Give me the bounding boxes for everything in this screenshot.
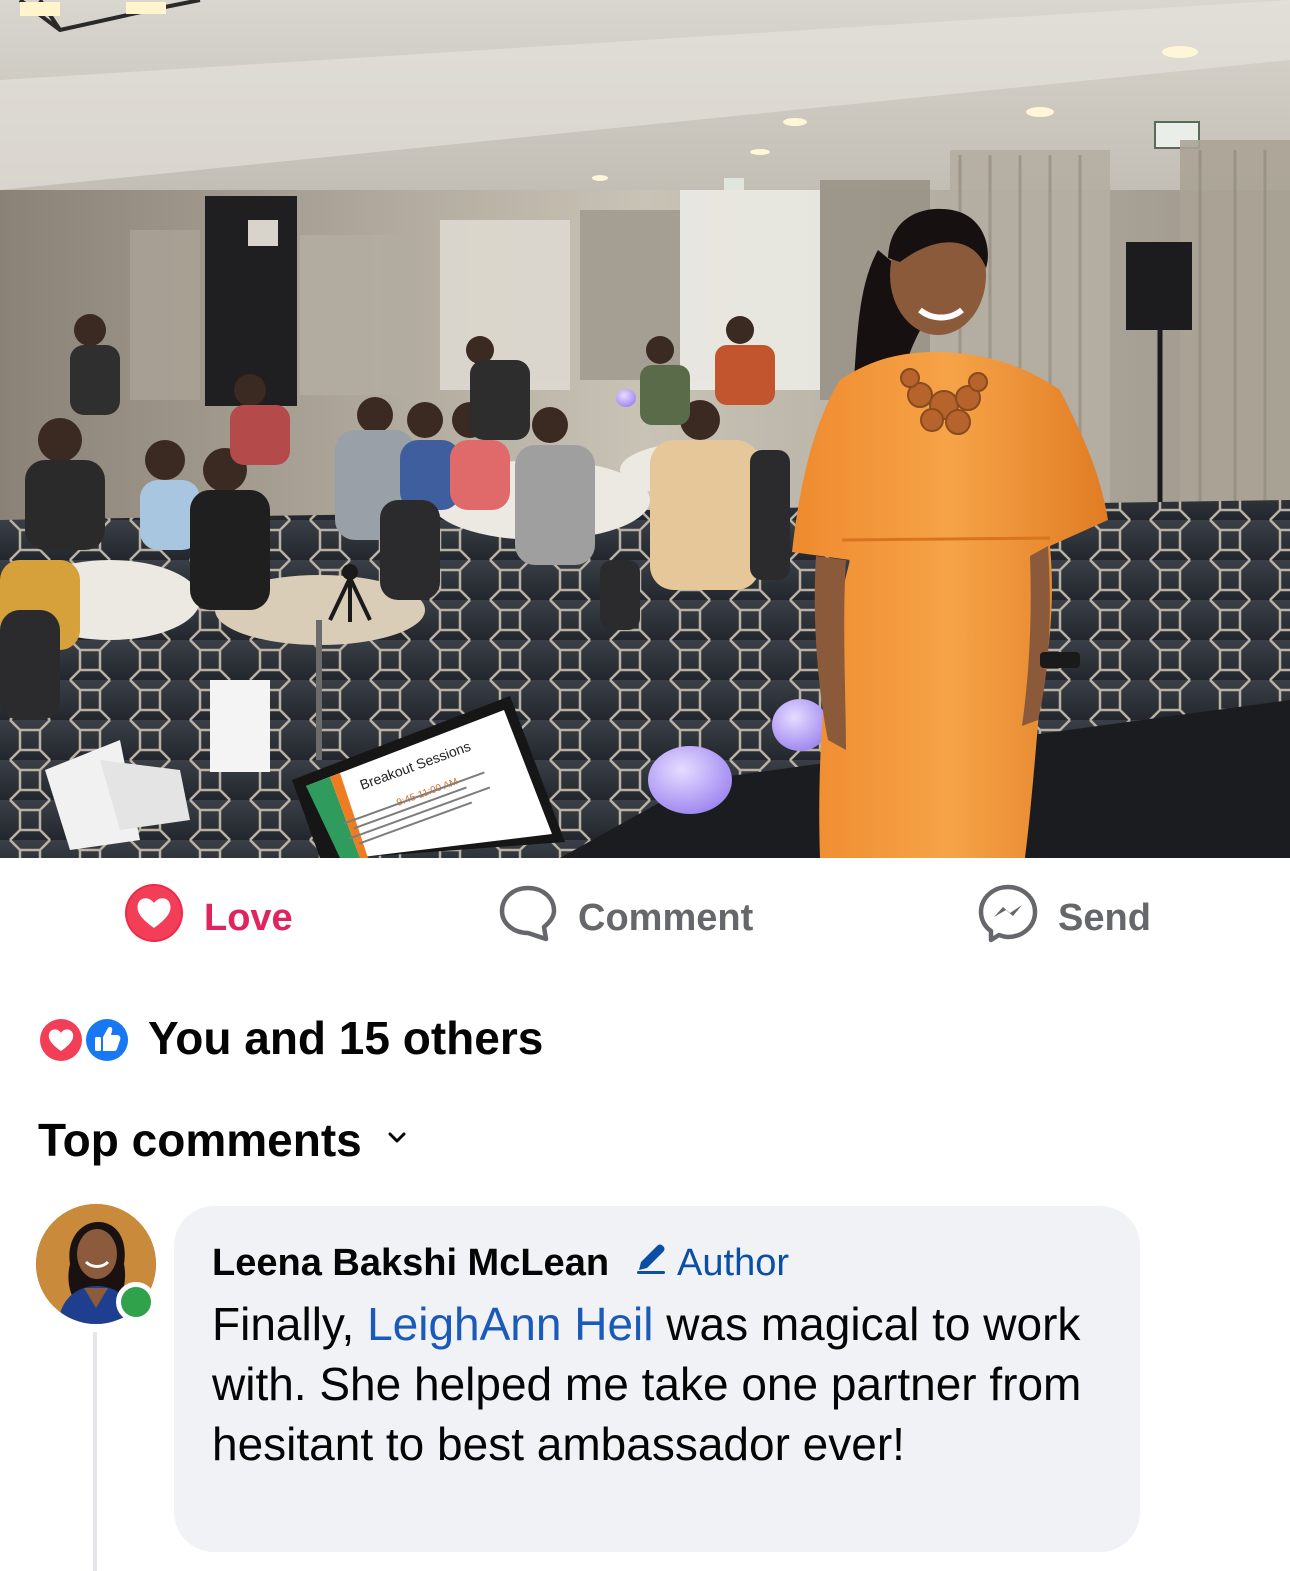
comment-bubble[interactable]: Leena Bakshi McLean Author Finally, Leig…: [174, 1206, 1140, 1552]
pencil-icon: [633, 1240, 669, 1286]
send-label: Send: [1058, 896, 1151, 939]
reactions-count-text: You and 15 others: [148, 1012, 544, 1064]
reaction-icons: [36, 1013, 136, 1064]
post-photo[interactable]: Breakout Sessions 9:45-11:00 AM: [0, 0, 1290, 858]
comment-button[interactable]: Comment: [498, 885, 754, 948]
comment-label: Comment: [578, 896, 754, 939]
chevron-down-icon: [388, 1131, 406, 1149]
comment-avatar[interactable]: [36, 1204, 156, 1324]
comment-thread-line: [93, 1332, 97, 1571]
comment-author-name[interactable]: Leena Bakshi McLean: [212, 1242, 609, 1285]
comment-text-start: Finally,: [212, 1298, 368, 1350]
comment-sort-label: Top comments: [38, 1114, 362, 1166]
online-status-dot: [116, 1282, 156, 1322]
heart-icon: [124, 883, 184, 953]
like-reaction-icon: [82, 1015, 132, 1070]
comment-bubble-icon: [498, 883, 558, 953]
love-label: Love: [204, 896, 293, 939]
comment-text: Finally, LeighAnn Heil was magical to wo…: [212, 1294, 1112, 1474]
author-badge: Author: [633, 1240, 789, 1286]
messenger-icon: [978, 883, 1038, 953]
send-button[interactable]: Send: [978, 884, 1151, 948]
post-action-bar: Love Comment Send: [0, 858, 1290, 978]
love-button[interactable]: Love: [124, 884, 293, 948]
comment-mention-link[interactable]: LeighAnn Heil: [367, 1298, 653, 1350]
event-photo-illustration: Breakout Sessions 9:45-11:00 AM: [0, 0, 1290, 858]
love-reaction-icon: [36, 1015, 86, 1070]
author-badge-label: Author: [677, 1241, 790, 1284]
comment-sort-dropdown[interactable]: Top comments: [38, 1110, 406, 1170]
reactions-summary[interactable]: You and 15 others: [36, 1008, 543, 1068]
comment-header: Leena Bakshi McLean Author: [212, 1240, 789, 1286]
